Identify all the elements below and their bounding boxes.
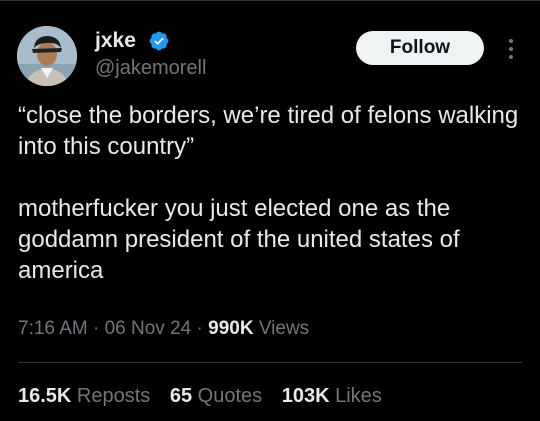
quotes-stat[interactable]: 65 Quotes: [170, 385, 262, 407]
quotes-label: Quotes: [192, 385, 263, 407]
engagement-stats: 16.5K Reposts 65 Quotes 103K Likes: [18, 383, 382, 409]
likes-count: 103K: [281, 385, 330, 407]
display-name[interactable]: jxke: [95, 29, 136, 53]
handle[interactable]: @jakemorell: [95, 56, 206, 80]
separator: ·: [87, 318, 105, 339]
views-count: 990K: [208, 318, 254, 339]
quotes-count: 65: [169, 385, 193, 407]
more-vertical-icon[interactable]: [504, 36, 518, 62]
tweet-metadata: 7:16 AM · 06 Nov 24 · 990K Views: [18, 316, 309, 342]
stats-divider: [18, 362, 522, 363]
verified-badge-icon[interactable]: [148, 30, 170, 52]
follow-button[interactable]: Follow: [356, 31, 484, 65]
timestamp-date[interactable]: 06 Nov 24: [105, 318, 192, 339]
timestamp-time[interactable]: 7:16 AM: [18, 318, 88, 339]
tweet-paragraph: motherfucker you just elected one as the…: [18, 195, 460, 284]
views-label: Views: [253, 318, 310, 339]
tweet-text: “close the borders, we’re tired of felon…: [18, 100, 523, 286]
reposts-label: Reposts: [71, 385, 151, 407]
tweet-paragraph: “close the borders, we’re tired of felon…: [18, 102, 519, 160]
separator: ·: [191, 318, 209, 339]
likes-label: Likes: [329, 385, 382, 407]
reposts-stat[interactable]: 16.5K Reposts: [18, 385, 150, 407]
reposts-count: 16.5K: [18, 385, 72, 407]
top-divider: [0, 0, 540, 1]
avatar[interactable]: [17, 26, 77, 86]
tweet-card: jxke @jakemorell Follow “close the borde…: [0, 0, 540, 421]
likes-stat[interactable]: 103K Likes: [282, 385, 382, 407]
